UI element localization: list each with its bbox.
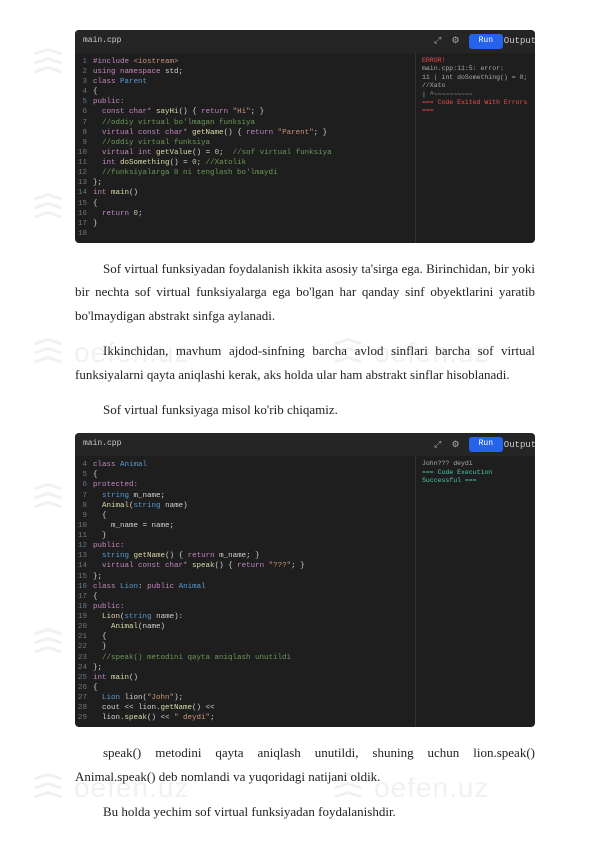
code-line: 12 //funksiyalarga 0 ni tenglash bo'lmay… [75,168,415,178]
code-line: 15}; [75,572,415,582]
code-line: 24}; [75,663,415,673]
code-line: 10 m_name = name; [75,521,415,531]
code-line: 7 //oddiy virtual bo'lmagan funksiya [75,118,415,128]
code-line: 11 int doSomething() = 0; //Xatolik [75,158,415,168]
code-line: 29 lion.speak() << " deydi"; [75,713,415,723]
code-line: 22 } [75,642,415,652]
paragraph: speak() metodini qayta aniqlash unutildi… [75,741,535,788]
code-line: 1#include <iostream> [75,57,415,67]
editor-tab[interactable]: main.cpp [83,36,121,47]
code-line: 16class Lion: public Animal [75,582,415,592]
code-line: 17} [75,219,415,229]
run-button[interactable]: Run [469,34,503,49]
editor-header: main.cpp ⤢ ⚙ Run Output [75,433,535,456]
code-editor-1: main.cpp ⤢ ⚙ Run Output 1#include <iostr… [75,30,535,243]
code-line: 23 //speak() metodini qayta aniqlash unu… [75,653,415,663]
code-line: 20 Animal(name) [75,622,415,632]
code-editor-2: main.cpp ⤢ ⚙ Run Output 4class Animal5{6… [75,433,535,727]
code-line: 13}; [75,178,415,188]
code-line: 5public: [75,97,415,107]
expand-icon[interactable]: ⤢ [431,34,445,48]
code-line: 18public: [75,602,415,612]
code-line: 11 } [75,531,415,541]
code-line: 4{ [75,87,415,97]
code-line: 6protected: [75,480,415,490]
code-line: 28 cout << lion.getName() << [75,703,415,713]
code-line: 18 [75,229,415,239]
code-line: 14int main() [75,188,415,198]
code-line: 9 { [75,511,415,521]
editor-header: main.cpp ⤢ ⚙ Run Output [75,30,535,53]
output-title: Output [513,34,527,48]
expand-icon[interactable]: ⤢ [431,438,445,452]
code-line: 21 { [75,632,415,642]
code-line: 14 virtual const char* speak() { return … [75,561,415,571]
code-line: 5{ [75,470,415,480]
code-line: 8 Animal(string name) [75,501,415,511]
code-line: 4class Animal [75,460,415,470]
code-line: 25int main() [75,673,415,683]
code-line: 27 Lion lion("John"); [75,693,415,703]
code-line: 13 string getName() { return m_name; } [75,551,415,561]
output-panel: ERROR!main.cpp:11:5: error:11 | int doSo… [415,53,535,243]
code-panel[interactable]: 1#include <iostream>2using namespace std… [75,53,415,243]
code-line: 15{ [75,199,415,209]
code-line: 16 return 0; [75,209,415,219]
code-line: 12public: [75,541,415,551]
paragraph: Sof virtual funksiyadan foydalanish ikki… [75,257,535,327]
code-line: 6 const char* sayHi() { return "Hi"; } [75,107,415,117]
output-panel: John??? deydi=== Code Execution Successf… [415,456,535,727]
code-line: 26{ [75,683,415,693]
code-line: 2using namespace std; [75,67,415,77]
code-line: 17{ [75,592,415,602]
gear-icon[interactable]: ⚙ [449,34,463,48]
output-title: Output [513,438,527,452]
code-line: 8 virtual const char* getName() { return… [75,128,415,138]
paragraph: Sof virtual funksiyaga misol ko'rib chiq… [75,398,535,421]
code-line: 9 //oddiy virtual funksiya [75,138,415,148]
code-line: 10 virtual int getValue() = 0; //sof vir… [75,148,415,158]
code-line: 3class Parent [75,77,415,87]
run-button[interactable]: Run [469,437,503,452]
paragraph: Bu holda yechim sof virtual funksiyadan … [75,800,535,823]
code-panel[interactable]: 4class Animal5{6protected:7 string m_nam… [75,456,415,727]
code-line: 7 string m_name; [75,491,415,501]
gear-icon[interactable]: ⚙ [449,438,463,452]
page-content: main.cpp ⤢ ⚙ Run Output 1#include <iostr… [0,0,595,866]
paragraph: Ikkinchidan, mavhum ajdod-sinfning barch… [75,339,535,386]
code-line: 19 Lion(string name): [75,612,415,622]
editor-tab[interactable]: main.cpp [83,439,121,450]
